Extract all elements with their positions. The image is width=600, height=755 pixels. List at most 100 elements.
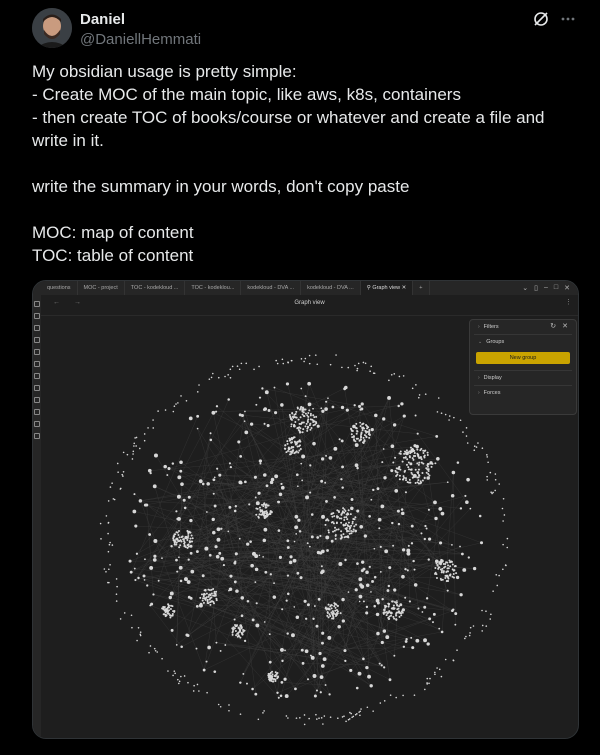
graph-node[interactable] [134,437,136,439]
graph-node[interactable] [231,633,234,636]
graph-node[interactable] [465,427,468,429]
graph-node[interactable] [335,521,338,524]
graph-node[interactable] [420,447,423,450]
graph-node[interactable] [345,720,347,723]
graph-node[interactable] [340,534,343,537]
graph-node[interactable] [167,466,171,471]
graph-node[interactable] [383,700,386,702]
graph-node[interactable] [287,361,289,363]
graph-node[interactable] [449,560,452,563]
graph-node[interactable] [318,651,322,656]
graph-node[interactable] [368,429,371,432]
graph-node[interactable] [440,558,443,561]
graph-node[interactable] [209,597,212,600]
graph-node[interactable] [350,429,353,432]
graph-node[interactable] [237,440,241,444]
graph-node[interactable] [218,473,222,477]
graph-node[interactable] [113,498,116,501]
graph-node[interactable] [129,570,133,574]
graph-node[interactable] [347,530,350,533]
graph-node[interactable] [172,674,174,677]
graph-node[interactable] [423,537,426,541]
graph-node[interactable] [424,524,427,528]
graph-node[interactable] [416,462,419,465]
graph-node[interactable] [253,368,255,371]
graph-node[interactable] [449,565,452,568]
graph-node[interactable] [204,598,207,601]
graph-node[interactable] [111,544,114,546]
graph-node[interactable] [231,627,234,630]
graph-node[interactable] [190,569,195,574]
graph-node[interactable] [418,394,421,396]
graph-node[interactable] [206,482,210,486]
graph-node[interactable] [459,507,463,510]
graph-node[interactable] [399,450,402,453]
graph-node[interactable] [288,439,291,442]
graph-node[interactable] [294,451,297,454]
graph-node[interactable] [465,500,469,504]
graph-node[interactable] [115,600,118,602]
graph-node[interactable] [335,354,337,356]
graph-node[interactable] [365,583,370,587]
graph-node[interactable] [132,450,135,453]
graph-node[interactable] [235,589,239,593]
graph-node[interactable] [389,694,392,696]
graph-node[interactable] [447,564,450,567]
graph-node[interactable] [407,451,410,454]
graph-node[interactable] [439,541,443,545]
graph-node[interactable] [175,403,177,405]
graph-node[interactable] [263,710,265,712]
graph-node[interactable] [206,691,208,694]
graph-node[interactable] [287,446,290,449]
graph-node[interactable] [343,518,346,521]
graph-node[interactable] [108,543,111,546]
graph-node[interactable] [422,462,425,465]
graph-node[interactable] [288,437,291,440]
graph-node[interactable] [324,407,328,411]
graph-node[interactable] [177,402,179,404]
graph-node[interactable] [393,373,396,375]
graph-node[interactable] [342,533,345,536]
graph-node[interactable] [434,673,436,676]
graph-node[interactable] [316,536,320,539]
graph-node[interactable] [268,678,271,681]
graph-node[interactable] [392,544,395,547]
graph-node[interactable] [122,471,125,473]
graph-node[interactable] [414,454,417,457]
graph-node[interactable] [347,509,350,512]
graph-node[interactable] [297,518,301,522]
graph-node[interactable] [373,575,377,579]
graph-node[interactable] [299,431,302,434]
graph-node[interactable] [394,469,397,472]
graph-node[interactable] [342,507,345,510]
graph-node[interactable] [440,675,443,678]
graph-node[interactable] [356,509,360,513]
graph-node[interactable] [343,715,345,717]
graph-node[interactable] [99,522,102,525]
graph-node[interactable] [164,409,167,411]
graph-node[interactable] [404,640,408,643]
graph-node[interactable] [501,507,504,510]
graph-node[interactable] [272,595,277,599]
graph-node[interactable] [143,503,147,507]
graph-node[interactable] [394,489,399,493]
graph-node[interactable] [254,692,258,696]
graph-node[interactable] [387,396,391,400]
graph-node[interactable] [290,423,293,426]
graph-node[interactable] [277,676,280,679]
graph-node[interactable] [116,585,118,588]
graph-node[interactable] [250,563,254,568]
graph-node[interactable] [255,513,258,516]
graph-node[interactable] [258,365,260,368]
graph-node[interactable] [357,671,362,676]
graph-node[interactable] [349,668,353,673]
graph-node[interactable] [189,544,193,548]
graph-node[interactable] [289,555,293,559]
graph-node[interactable] [273,386,276,389]
graph-node[interactable] [178,536,181,539]
graph-node[interactable] [169,591,174,596]
graph-node[interactable] [438,668,441,671]
graph-node[interactable] [358,600,361,603]
graph-node[interactable] [187,681,189,684]
graph-node[interactable] [402,478,405,481]
